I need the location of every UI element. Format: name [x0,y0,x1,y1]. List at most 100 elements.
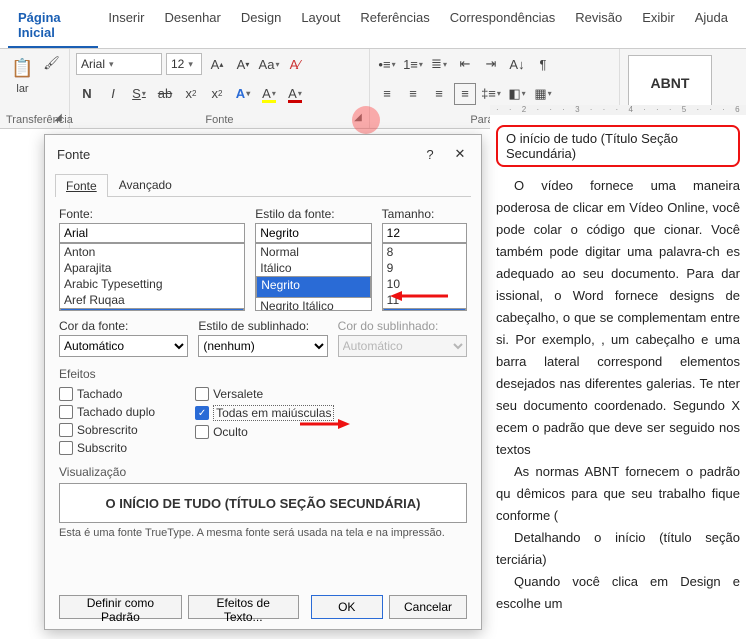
ok-button[interactable]: OK [311,595,383,619]
tab-draw[interactable]: Desenhar [154,4,230,48]
tab-font[interactable]: Fonte [55,174,108,197]
size-option[interactable]: 11 [383,292,466,308]
tab-home[interactable]: Página Inicial [8,4,98,48]
tab-references[interactable]: Referências [350,4,439,48]
font-option[interactable]: Aparajita [60,260,244,276]
dialog-titlebar: Fonte ? ✕ [45,135,481,169]
font-size-combo[interactable]: 12▾ [166,53,202,75]
tab-insert[interactable]: Inserir [98,4,154,48]
tab-view[interactable]: Exibir [632,4,685,48]
doc-paragraph[interactable]: Quando você clica em Design e escolhe um [496,571,740,615]
checkbox-double-strike[interactable]: Tachado duplo [59,403,155,421]
style-option[interactable]: Normal [256,244,370,260]
show-marks-button[interactable]: ¶ [532,53,554,75]
align-right-button[interactable]: ≡ [428,83,450,105]
style-abnt[interactable]: ABNT [628,55,712,111]
shrink-font-button[interactable]: A▾ [232,53,254,75]
help-button[interactable]: ? [419,143,441,165]
checkbox-subscript[interactable]: Subscrito [59,439,155,457]
underline-button[interactable]: S▾ [128,83,150,105]
font-name-combo[interactable]: Arial▾ [76,53,162,75]
doc-paragraph[interactable]: Detalhando o início (título seção terciá… [496,527,740,571]
size-option[interactable]: 10 [383,276,466,292]
preview-label: Visualização [59,465,467,479]
checkbox-superscript[interactable]: Sobrescrito [59,421,155,439]
group-font: Arial▾ 12▾ A▴ A▾ Aa▾ A⁄ N I S▾ ab x2 x2 … [70,49,370,128]
change-case-button[interactable]: Aa▾ [258,53,280,75]
clipboard-launcher-icon[interactable]: ◢ [51,110,65,124]
font-option[interactable]: Arabic Typesetting [60,276,244,292]
multilevel-button[interactable]: ≣▾ [428,53,450,75]
line-spacing-button[interactable]: ‡≡▾ [480,83,502,105]
style-listbox[interactable]: Normal Itálico Negrito Negrito Itálico [255,243,371,311]
underline-style-select[interactable]: (nenhum) [198,335,327,357]
style-option[interactable]: Negrito Itálico [256,298,370,311]
decrease-indent-button[interactable]: ⇤ [454,53,476,75]
tab-help[interactable]: Ajuda [685,4,738,48]
increase-indent-button[interactable]: ⇥ [480,53,502,75]
text-effects-button[interactable]: Efeitos de Texto... [188,595,299,619]
size-option[interactable]: 8 [383,244,466,260]
label-style: Estilo da fonte: [255,207,371,221]
font-input[interactable] [59,223,245,243]
label-underline-color: Cor do sublinhado: [338,319,467,333]
shading-button[interactable]: ◧▾ [506,83,528,105]
set-default-button[interactable]: Definir como Padrão [59,595,182,619]
label-font-color: Cor da fonte: [59,319,188,333]
size-input[interactable] [382,223,467,243]
style-option[interactable]: Itálico [256,260,370,276]
subscript-button[interactable]: x2 [180,83,202,105]
grow-font-button[interactable]: A▴ [206,53,228,75]
size-listbox[interactable]: 8 9 10 11 12 [382,243,467,311]
style-input[interactable] [255,223,371,243]
clear-formatting-button[interactable]: A⁄ [284,53,306,75]
preview-box: O INÍCIO DE TUDO (TÍTULO SEÇÃO SECUNDÁRI… [59,483,467,523]
tab-review[interactable]: Revisão [565,4,632,48]
dialog-tabs: Fonte Avançado [55,173,471,197]
strikethrough-button[interactable]: ab [154,83,176,105]
checkbox-strike[interactable]: Tachado [59,385,155,403]
borders-button[interactable]: ▦▾ [532,83,554,105]
checkbox-super-label: Sobrescrito [77,423,138,437]
highlight-button[interactable]: A▾ [258,83,280,105]
tab-mailings[interactable]: Correspondências [440,4,566,48]
font-color-select[interactable]: Automático [59,335,188,357]
tab-font-label: Fonte [66,179,97,193]
size-option-selected[interactable]: 12 [383,308,466,311]
sort-button[interactable]: A↓ [506,53,528,75]
doc-paragraph[interactable]: O vídeo fornece uma maneira poderosa de … [496,175,740,461]
font-listbox[interactable]: Anton Aparajita Arabic Typesetting Aref … [59,243,245,311]
justify-button[interactable]: ≡ [454,83,476,105]
format-painter-button[interactable]: 🖌 [42,53,62,73]
checkbox-smallcaps-label: Versalete [213,387,263,401]
superscript-button[interactable]: x2 [206,83,228,105]
bold-button[interactable]: N [76,83,98,105]
close-button[interactable]: ✕ [449,143,471,165]
tab-layout[interactable]: Layout [291,4,350,48]
checkbox-smallcaps[interactable]: Versalete [195,385,334,403]
style-option-selected[interactable]: Negrito [256,276,370,298]
font-color-button[interactable]: A▾ [284,83,306,105]
bullets-button[interactable]: •≡▾ [376,53,398,75]
tab-advanced[interactable]: Avançado [108,173,183,196]
doc-paragraph[interactable]: As normas ABNT fornecem o padrão qu dêmi… [496,461,740,527]
preview-hint: Esta é uma fonte TrueType. A mesma fonte… [59,527,467,539]
font-option-selected[interactable]: Arial [60,308,244,311]
font-option[interactable]: Anton [60,244,244,260]
paste-button[interactable]: 📋 [8,53,38,83]
align-center-button[interactable]: ≡ [402,83,424,105]
numbering-button[interactable]: 1≡▾ [402,53,424,75]
font-option[interactable]: Aref Ruqaa [60,292,244,308]
underline-color-select: Automático [338,335,467,357]
effects-title: Efeitos [59,367,467,381]
tab-design[interactable]: Design [231,4,291,48]
text-effects-button[interactable]: A▾ [232,83,254,105]
align-left-button[interactable]: ≡ [376,83,398,105]
checkbox-strike-label: Tachado [77,387,122,401]
size-option[interactable]: 9 [383,260,466,276]
italic-button[interactable]: I [102,83,124,105]
checkbox-allcaps[interactable]: ✓Todas em maiúsculas [195,403,334,423]
font-launcher-icon[interactable]: ◢ [351,110,365,124]
cancel-button[interactable]: Cancelar [389,595,467,619]
checkbox-hidden[interactable]: Oculto [195,423,334,441]
